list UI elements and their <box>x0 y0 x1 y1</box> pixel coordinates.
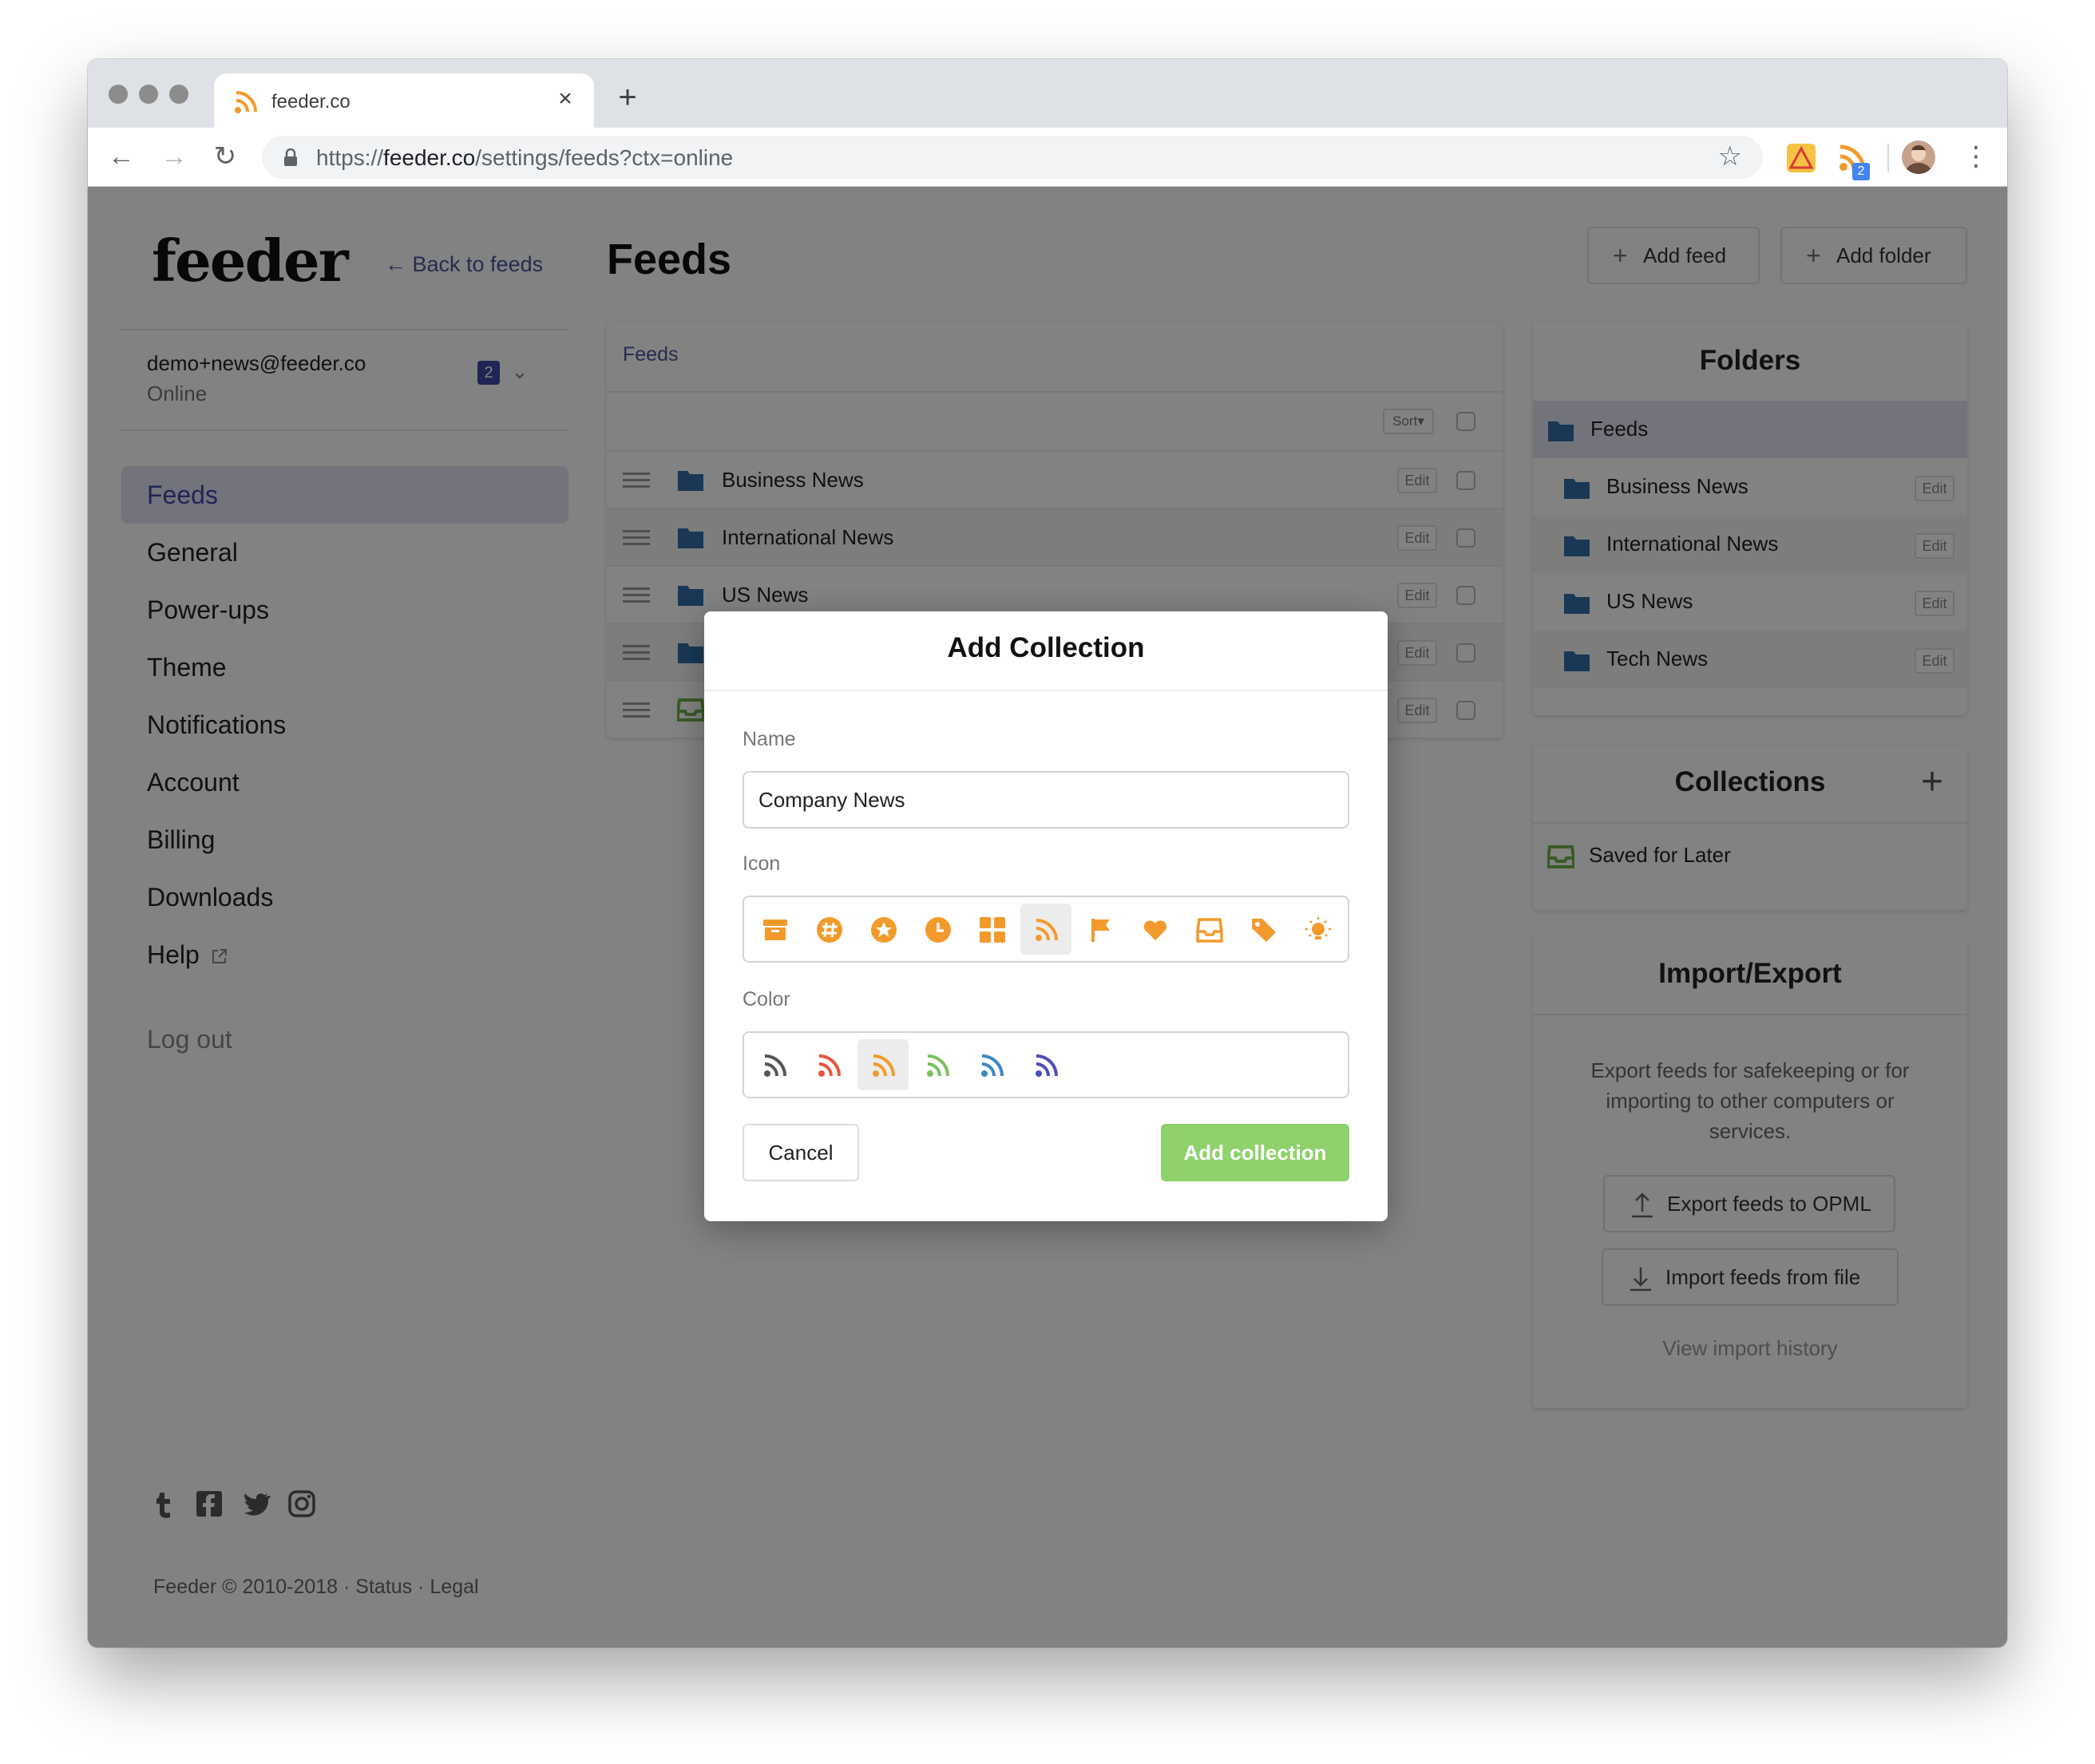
collection-name-input[interactable] <box>743 771 1349 829</box>
icon-option-inbox[interactable] <box>1183 904 1234 955</box>
icon-option-heart[interactable] <box>1129 904 1180 955</box>
profile-avatar[interactable] <box>1902 140 1935 174</box>
rss-icon <box>981 1054 1004 1077</box>
inbox-icon <box>1196 918 1223 943</box>
archive-icon <box>763 920 787 940</box>
rss-icon <box>873 1054 895 1077</box>
name-label: Name <box>743 728 796 750</box>
rss-icon <box>235 91 257 113</box>
rss-icon <box>927 1054 949 1077</box>
tab-title: feeder.co <box>271 91 350 113</box>
new-tab-button[interactable]: + <box>612 81 644 115</box>
close-window-button[interactable] <box>109 85 128 104</box>
extension-badge: 2 <box>1852 163 1870 180</box>
grid-icon <box>980 917 1005 943</box>
bookmark-star-icon[interactable]: ☆ <box>1718 140 1742 172</box>
add-collection-modal: Add Collection Name Icon Color <box>704 611 1388 1221</box>
avatar-face-icon <box>1905 145 1932 174</box>
heart-icon <box>1143 920 1167 940</box>
browser-menu-icon[interactable]: ⋮ <box>1962 140 1990 172</box>
browser-toolbar: ← → ↻ https://feeder.co/settings/feeds?c… <box>88 128 2007 187</box>
icon-option-lightbulb[interactable] <box>1292 904 1343 955</box>
rss-icon <box>1036 1054 1058 1077</box>
icon-picker <box>743 896 1349 963</box>
icon-label: Icon <box>743 852 781 875</box>
maximize-window-button[interactable] <box>169 85 188 104</box>
cancel-button[interactable]: Cancel <box>743 1124 859 1181</box>
rss-icon <box>764 1054 786 1077</box>
lock-icon <box>284 148 297 166</box>
hashtag-icon <box>817 917 842 943</box>
tag-icon <box>1252 919 1276 942</box>
color-option-gray[interactable] <box>749 1039 800 1090</box>
rss-icon <box>1036 919 1058 941</box>
icon-option-tag[interactable] <box>1238 904 1289 955</box>
color-option-green[interactable] <box>912 1039 963 1090</box>
reload-icon[interactable]: ↻ <box>208 139 243 174</box>
extension-warning-icon[interactable] <box>1785 142 1817 174</box>
forward-arrow-icon[interactable]: → <box>156 139 192 174</box>
icon-option-flag[interactable] <box>1075 904 1126 955</box>
tab-strip: feeder.co × + <box>88 59 2007 128</box>
color-label: Color <box>743 988 790 1011</box>
modal-title: Add Collection <box>947 632 1145 663</box>
lightbulb-icon <box>1305 917 1331 939</box>
icon-option-archive[interactable] <box>749 904 800 955</box>
color-option-red[interactable] <box>803 1039 854 1090</box>
close-tab-icon[interactable]: × <box>551 85 580 113</box>
color-option-blue[interactable] <box>966 1039 1017 1090</box>
icon-option-hashtag[interactable] <box>803 904 854 955</box>
divider <box>704 690 1388 691</box>
browser-tab[interactable]: feeder.co × <box>214 73 594 128</box>
icon-option-clock[interactable] <box>912 904 963 955</box>
address-bar[interactable]: https://feeder.co/settings/feeds?ctx=onl… <box>262 136 1763 179</box>
flag-icon <box>1091 919 1110 942</box>
rss-icon <box>818 1054 841 1077</box>
clock-icon <box>925 917 951 943</box>
url-text: https://feeder.co/settings/feeds?ctx=onl… <box>316 145 734 170</box>
icon-option-grid[interactable] <box>966 904 1017 955</box>
color-option-indigo[interactable] <box>1020 1039 1071 1090</box>
add-collection-button[interactable]: Add collection <box>1161 1124 1349 1181</box>
minimize-window-button[interactable] <box>139 85 158 104</box>
color-option-orange[interactable] <box>857 1039 909 1090</box>
browser-window: feeder.co × + ← → ↻ https://feeder.co/se… <box>88 59 2007 1647</box>
toolbar-divider <box>1887 144 1889 172</box>
star-icon <box>871 917 897 943</box>
icon-option-star[interactable] <box>857 904 909 955</box>
color-picker <box>743 1031 1349 1098</box>
back-arrow-icon[interactable]: ← <box>104 139 139 174</box>
icon-option-rss[interactable] <box>1020 904 1071 955</box>
